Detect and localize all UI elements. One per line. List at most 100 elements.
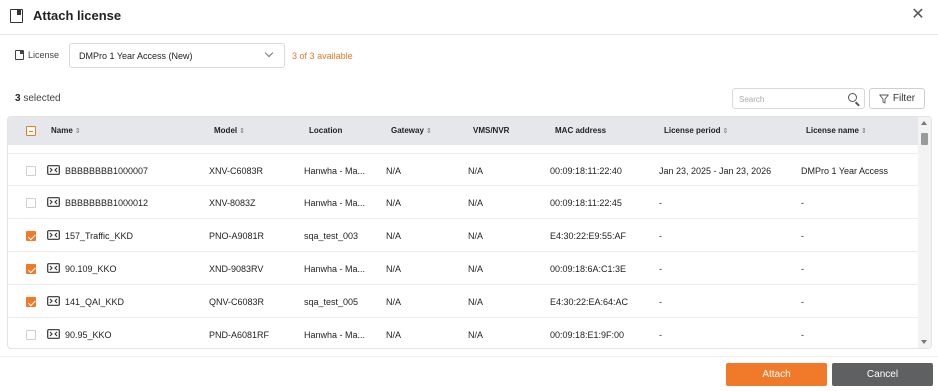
col-license-name[interactable]: License name ⇕: [806, 126, 867, 135]
camera-icon: [47, 263, 60, 273]
row-checkbox[interactable]: [26, 330, 36, 340]
cell-gateway: N/A: [386, 231, 402, 241]
col-vms-nvr: VMS/NVR: [473, 126, 510, 135]
cell-license-name: -: [801, 198, 804, 208]
cell-name: BBBBBBBB1000012: [65, 198, 149, 208]
table-row[interactable]: 157_Traffic_KKD PNO-A9081R sqa_test_003 N/A…: [8, 219, 919, 252]
cell-vms: N/A: [468, 264, 484, 274]
cell-location: sqa_test_003: [304, 231, 359, 241]
table-row[interactable]: BBBBBBBB1000012 XNV-8083Z Hanwha - Ma... N/…: [8, 186, 919, 219]
cell-model: XND-9083RV: [209, 264, 264, 274]
filter-label: Filter: [892, 93, 916, 104]
license-label: License: [28, 50, 60, 60]
cell-license-name: -: [801, 264, 804, 274]
cell-period: -: [659, 330, 662, 340]
cell-vms: N/A: [468, 198, 484, 208]
table-header: Name ⇕ Model ⇕ Location Gateway ⇕ VMS/NVR M…: [8, 117, 919, 145]
cell-name: 141_QAI_KKD: [65, 297, 125, 307]
camera-icon: [47, 165, 60, 175]
cancel-button[interactable]: Cancel: [832, 363, 933, 386]
sort-icon: ⇕: [860, 128, 867, 135]
cell-mac: E4:30:22:EA:64:AC: [550, 297, 629, 307]
col-model[interactable]: Model ⇕: [214, 126, 245, 135]
row-checkbox[interactable]: [26, 264, 36, 274]
footer-divider: [0, 356, 938, 357]
cell-period: -: [659, 198, 662, 208]
table-row[interactable]: 90.95_KKO PND-A6081RF Hanwha - Ma... N/A N/A…: [8, 318, 919, 348]
col-location: Location: [309, 126, 343, 135]
col-name[interactable]: Name ⇕: [51, 126, 81, 135]
cell-period: Jan 23, 2025 - Jan 23, 2026: [659, 166, 772, 176]
cell-location: Hanwha - Ma...: [304, 330, 366, 340]
selected-number: 3: [15, 93, 21, 104]
license-select-value: DMPro 1 Year Access (New): [79, 51, 193, 61]
available-count: 3: [292, 51, 298, 61]
cell-mac: 00:09:18:11:22:45: [550, 198, 622, 208]
cell-vms: N/A: [468, 231, 484, 241]
cell-name: 157_Traffic_KKD: [65, 231, 134, 241]
cell-gateway: N/A: [386, 330, 402, 340]
search-icon[interactable]: [848, 93, 857, 102]
row-checkbox[interactable]: [26, 166, 36, 176]
scroll-up-arrow[interactable]: [921, 121, 927, 125]
col-gateway[interactable]: Gateway ⇕: [391, 126, 432, 135]
scroll-thumb[interactable]: [921, 133, 928, 145]
camera-icon: [47, 296, 60, 306]
sort-icon: ⇕: [74, 128, 81, 135]
cell-model: XNV-8083Z: [209, 198, 256, 208]
cell-gateway: N/A: [386, 297, 402, 307]
chevron-down-icon: [264, 48, 274, 58]
search-input[interactable]: [739, 92, 839, 106]
selected-count: 3 selected: [15, 93, 61, 104]
cell-name: BBBBBBBB1000007: [65, 166, 149, 176]
row-checkbox[interactable]: [26, 198, 36, 208]
cell-license-name: -: [801, 231, 804, 241]
cell-gateway: N/A: [386, 198, 402, 208]
select-all-checkbox[interactable]: [26, 126, 36, 136]
scroll-down-arrow[interactable]: [921, 340, 927, 344]
table-row[interactable]: 141_QAI_KKD QNV-C6083R sqa_test_005 N/A N/A E…: [8, 285, 919, 318]
cell-model: PNO-A9081R: [209, 231, 265, 241]
cell-location: Hanwha - Ma...: [304, 166, 366, 176]
selected-text: selected: [23, 93, 61, 104]
row-checkbox[interactable]: [26, 297, 36, 307]
cell-gateway: N/A: [386, 166, 402, 176]
cell-mac: E4:30:22:E9:55:AF: [550, 231, 627, 241]
col-mac-address: MAC address: [555, 126, 607, 135]
cell-model: QNV-C6083R: [209, 297, 265, 307]
close-icon[interactable]: ✕: [908, 5, 928, 25]
cell-mac: 00:09:18:11:22:40: [550, 166, 622, 176]
cell-vms: N/A: [468, 166, 484, 176]
sort-icon: ⇕: [722, 128, 729, 135]
license-doc-icon: [10, 9, 23, 23]
license-icon: [15, 50, 24, 60]
license-row: License DMPro 1 Year Access (New) 3 of 3…: [0, 43, 938, 69]
license-label-wrap: License: [15, 50, 59, 60]
filter-icon: [879, 94, 889, 103]
search-box[interactable]: [732, 88, 865, 109]
filter-button[interactable]: Filter: [869, 88, 925, 109]
camera-icon: [47, 197, 60, 207]
cell-vms: N/A: [468, 297, 484, 307]
available-text: available: [317, 51, 353, 61]
table-scrollbar[interactable]: [918, 117, 931, 348]
cell-model: PND-A6081RF: [209, 330, 270, 340]
attach-button[interactable]: Attach: [726, 363, 827, 386]
header-divider: [0, 34, 938, 35]
cell-name: 90.95_KKO: [65, 330, 112, 340]
cell-model: XNV-C6083R: [209, 166, 264, 176]
cell-period: -: [659, 231, 662, 241]
sort-icon: ⇕: [425, 128, 432, 135]
table-row[interactable]: BBBBBBBB1000007 XNV-C6083R Hanwha - Ma... N…: [8, 153, 919, 186]
cell-license-name: DMPro 1 Year Access: [801, 166, 889, 176]
available-total: 3: [309, 51, 315, 61]
cell-location: Hanwha - Ma...: [304, 198, 366, 208]
dialog-header: Attach license ✕: [0, 0, 938, 34]
cell-name: 90.109_KKO: [65, 264, 117, 274]
row-checkbox[interactable]: [26, 231, 36, 241]
cell-period: -: [659, 297, 662, 307]
col-license-period[interactable]: License period ⇕: [664, 126, 728, 135]
license-select[interactable]: DMPro 1 Year Access (New): [69, 43, 285, 68]
camera-icon: [47, 329, 60, 339]
table-row[interactable]: 90.109_KKO XND-9083RV Hanwha - Ma... N/A N/A…: [8, 252, 919, 285]
